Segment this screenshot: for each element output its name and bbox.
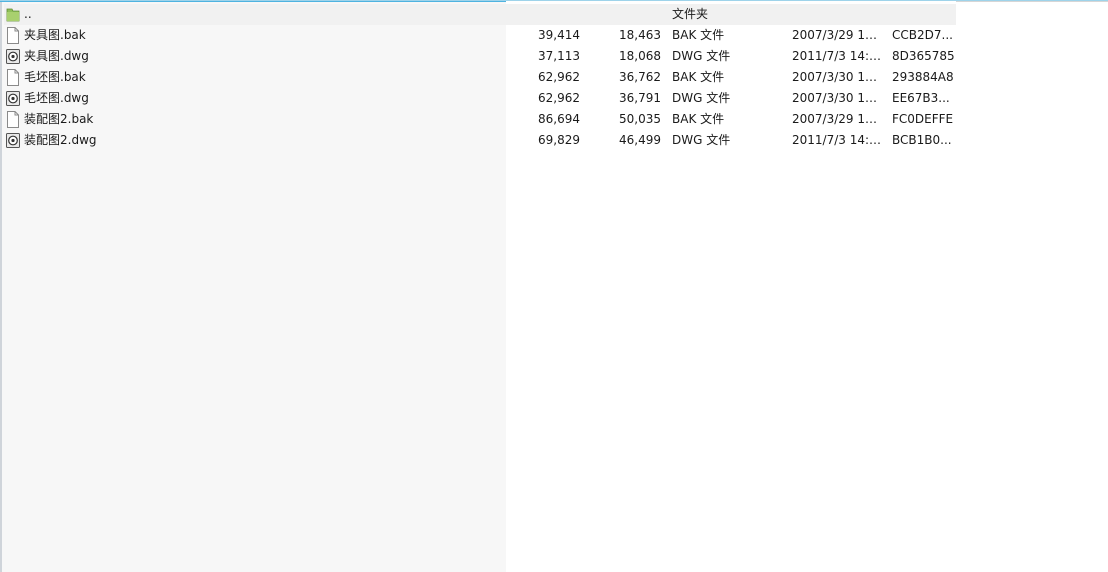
parent-folder-row[interactable]: .. 文件夹 xyxy=(4,4,956,25)
file-row[interactable]: 夹具图.dwg 37,113 18,068 DWG 文件 2011/7/3 14… xyxy=(4,46,956,67)
type-cell: BAK 文件 xyxy=(672,28,725,42)
file-name: 夹具图.bak xyxy=(24,28,86,42)
crc-cell: CCB2D7... xyxy=(892,28,953,42)
name-cell: 毛坯图.bak xyxy=(4,67,504,88)
file-row[interactable]: 装配图2.dwg 69,829 46,499 DWG 文件 2011/7/3 1… xyxy=(4,130,956,151)
top-accent-line xyxy=(0,1,506,2)
file-list: .. 文件夹 夹具图.bak 39,414 18,463 BAK 文件 2007… xyxy=(4,4,956,151)
modified-cell: 2011/7/3 14:06 xyxy=(792,49,884,63)
crc-cell: BCB1B0... xyxy=(892,133,952,147)
size-cell: 62,962 xyxy=(538,91,580,105)
file-row[interactable]: 毛坯图.dwg 62,962 36,791 DWG 文件 2007/3/30 1… xyxy=(4,88,956,109)
packed-size-cell: 36,762 xyxy=(619,70,661,84)
packed-size-cell: 18,068 xyxy=(619,49,661,63)
folder-icon xyxy=(6,8,20,22)
type-cell: 文件夹 xyxy=(672,7,709,21)
name-cell: 夹具图.bak xyxy=(4,25,504,46)
name-cell: 毛坯图.dwg xyxy=(4,88,504,109)
archive-file-list-window: .. 文件夹 夹具图.bak 39,414 18,463 BAK 文件 2007… xyxy=(0,0,1108,572)
crc-cell: FC0DEFFE xyxy=(892,112,954,126)
packed-size-cell: 50,035 xyxy=(619,112,661,126)
size-cell: 37,113 xyxy=(538,49,580,63)
file-name: 夹具图.dwg xyxy=(24,49,89,63)
file-name: 装配图2.bak xyxy=(24,112,94,126)
modified-cell: 2007/3/29 16... xyxy=(792,112,884,126)
size-cell: 69,829 xyxy=(538,133,580,147)
dwg-file-icon xyxy=(6,49,20,64)
name-cell: .. xyxy=(4,4,504,25)
modified-cell: 2007/3/30 17... xyxy=(792,91,884,105)
modified-cell: 2011/7/3 14:06 xyxy=(792,133,884,147)
packed-size-cell: 18,463 xyxy=(619,28,661,42)
name-cell: 装配图2.bak xyxy=(4,109,504,130)
file-row[interactable]: 夹具图.bak 39,414 18,463 BAK 文件 2007/3/29 1… xyxy=(4,25,956,46)
type-cell: BAK 文件 xyxy=(672,112,725,126)
name-cell: 装配图2.dwg xyxy=(4,130,504,151)
blank-file-icon xyxy=(7,27,19,44)
file-row[interactable]: 装配图2.bak 86,694 50,035 BAK 文件 2007/3/29 … xyxy=(4,109,956,130)
dwg-file-icon xyxy=(6,91,20,106)
size-cell: 62,962 xyxy=(538,70,580,84)
size-cell: 86,694 xyxy=(538,112,580,126)
modified-cell: 2007/3/30 17... xyxy=(792,70,884,84)
top-border-line xyxy=(956,1,1108,2)
blank-file-icon xyxy=(7,69,19,86)
type-cell: DWG 文件 xyxy=(672,133,731,147)
type-cell: DWG 文件 xyxy=(672,91,731,105)
file-name: 毛坯图.dwg xyxy=(24,91,89,105)
blank-file-icon xyxy=(7,111,19,128)
dwg-file-icon xyxy=(6,133,20,148)
size-cell: 39,414 xyxy=(538,28,580,42)
crc-cell: 293884A8 xyxy=(892,70,954,84)
crc-cell: EE67B3... xyxy=(892,91,950,105)
file-name: 装配图2.dwg xyxy=(24,133,97,147)
type-cell: DWG 文件 xyxy=(672,49,731,63)
type-cell: BAK 文件 xyxy=(672,70,725,84)
file-name: 毛坯图.bak xyxy=(24,70,86,84)
name-cell: 夹具图.dwg xyxy=(4,46,504,67)
crc-cell: 8D365785 xyxy=(892,49,954,63)
packed-size-cell: 36,791 xyxy=(619,91,661,105)
parent-folder-name: .. xyxy=(24,7,32,21)
packed-size-cell: 46,499 xyxy=(619,133,661,147)
file-row[interactable]: 毛坯图.bak 62,962 36,762 BAK 文件 2007/3/30 1… xyxy=(4,67,956,88)
modified-cell: 2007/3/29 14... xyxy=(792,28,884,42)
